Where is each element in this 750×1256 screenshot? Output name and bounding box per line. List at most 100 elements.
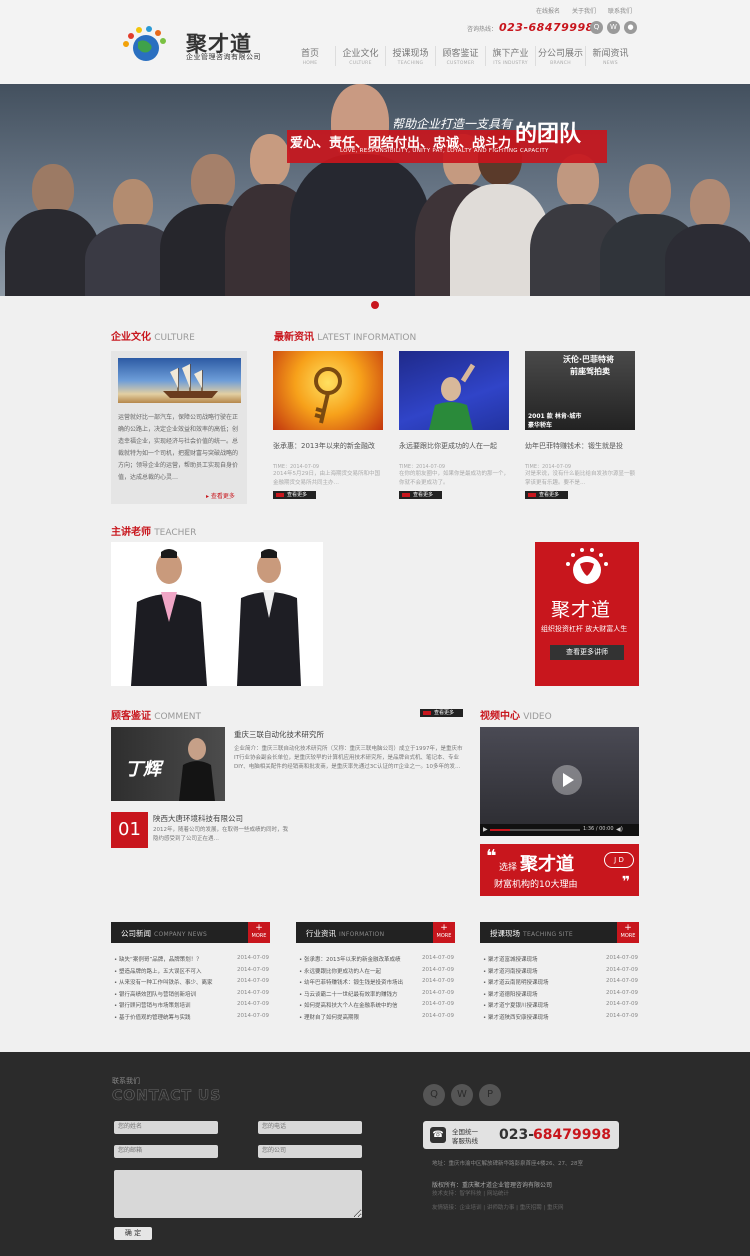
comment-image[interactable]: 丁辉 [111, 727, 225, 801]
news-item-title[interactable]: 幼年巴菲特赚钱术：锻生就是投 [525, 441, 637, 451]
list-item-title[interactable]: • 幼年巴菲特赚钱术：锻生钱是投资市场出 [299, 978, 419, 986]
video-ad-pick: 选择 [499, 863, 518, 873]
list-item-title[interactable]: • 银行顾问营销与市场策划培训 [114, 1001, 234, 1009]
list-item-title[interactable]: • 塑造品牌的路上，五大误区不可入 [114, 967, 234, 975]
footer-friend-links[interactable]: 友情链接：企业培训 | 讲师助力事 | 重庆招聘 | 重庆网 [432, 1203, 564, 1211]
list-item-date: 2014-07-09 [606, 1012, 638, 1019]
message-textarea[interactable] [114, 1170, 362, 1218]
industry-news-more-button[interactable]: MORE [433, 922, 455, 943]
culture-more-link[interactable]: ▸ 查看更多 [206, 491, 235, 500]
company-input[interactable] [258, 1145, 362, 1158]
banner-slogan-big: 的团队 [515, 122, 582, 147]
list-item-date: 2014-07-09 [422, 989, 454, 996]
teacher-photo[interactable] [111, 542, 323, 686]
contact-title-cn: 联系我们 [112, 1077, 140, 1085]
hero-banner[interactable] [0, 84, 750, 296]
company-news-header: 公司新闻COMPANY NEWS MORE [111, 922, 270, 943]
news-item-desc: 2014年5月29日，由上海期货交易所和中国金融期货交易所共同主办… [273, 471, 380, 486]
list-item-title[interactable]: • 银行高绩效团队与营销创新培训 [114, 990, 234, 998]
hotline-label: 咨询热线： [467, 26, 498, 33]
company-news-more-button[interactable]: MORE [248, 922, 270, 943]
weibo-icon[interactable]: W [451, 1084, 473, 1106]
hotline-area-code: 023- [499, 1127, 535, 1143]
list-item-title[interactable]: • 如何提高和扶大个人在金融系统中的信 [299, 1001, 419, 1009]
list-item-title[interactable]: • 缺失“案例哥”品牌，品牌策划！？ [114, 955, 234, 963]
list-item-title[interactable]: • 基于价值观的管理统筹与实践 [114, 1013, 234, 1021]
top-link-about[interactable]: 关于我们 [572, 6, 596, 15]
nav-industry[interactable]: 旗下产业 ITS INDUSTRY [485, 46, 535, 66]
banner-slogan-en: LOVE, RESPONSIBILITY, UNITY PAY, LOYALTY… [340, 148, 549, 154]
nav-news[interactable]: 新闻资讯 NEWS [585, 46, 635, 66]
news-more-button[interactable]: 查看更多 [399, 491, 442, 499]
qq-icon[interactable]: Q [423, 1084, 445, 1106]
nav-home[interactable]: 首页 HOME [285, 46, 335, 66]
list-item-title[interactable]: • 从来没有一种工作叫铁杀、事少、离家 [114, 978, 234, 986]
list-item-date: 2014-07-09 [422, 966, 454, 973]
comment-company-1[interactable]: 重庆三联自动化技术研究所 [234, 729, 324, 740]
top-social: Q W ● [590, 21, 637, 34]
comment-more-button[interactable]: 查看更多 [420, 709, 463, 717]
video-play-small-icon[interactable]: ▶ [483, 826, 488, 833]
video-ad-logo: J D [604, 852, 634, 868]
list-item-title[interactable]: • 理财自了如何提高期限 [299, 1013, 419, 1021]
list-item-date: 2014-07-09 [422, 1001, 454, 1007]
news-image-3-caption-3: 2001 款 林肯-城市 [528, 413, 582, 420]
email-input[interactable] [114, 1145, 218, 1158]
news-image-3-caption-4: 豪华轿车 [528, 422, 553, 429]
hotline-number: 023-68479998 [499, 21, 594, 34]
news-item-desc: 对是来说，没有什么能比给自发孩尔源显一额掌该更有乐趣。要不是… [525, 471, 636, 486]
phone-input[interactable] [258, 1121, 362, 1134]
nav-teaching[interactable]: 授课现场 TEACHING [385, 46, 435, 66]
news-more-button[interactable]: 查看更多 [525, 491, 568, 499]
nav-branch[interactable]: 分公司展示 BRANCH [535, 46, 585, 66]
list-item-title[interactable]: • 马云谈霸二十一世纪最有效率的赚钱方 [299, 990, 419, 998]
teaching-site-header: 授课现场TEACHING SITE MORE [480, 922, 639, 943]
comment-company-2[interactable]: 陕西大唐环境科技有限公司 [153, 813, 243, 824]
play-icon[interactable] [552, 765, 582, 795]
top-link-signup[interactable]: 在线报名 [536, 6, 560, 15]
name-input[interactable] [114, 1121, 218, 1134]
news-more-button[interactable]: 查看更多 [273, 491, 316, 499]
list-item-date: 2014-07-09 [606, 1001, 638, 1007]
list-item-title[interactable]: • 聚才道富城授课现场 [483, 955, 603, 963]
news-title: 最新资讯 LATEST INFORMATION [274, 332, 417, 343]
qq-icon[interactable]: Q [590, 21, 603, 34]
weibo-icon[interactable]: W [607, 21, 620, 34]
hotline-label-2: 客服热线 [452, 1137, 478, 1145]
list-item-title[interactable]: • 聚才道宁夏银川授课现场 [483, 1001, 603, 1009]
footer-address: 地址：重庆市渝中区解放碑新华路彭泉首座4楼26、27、28室 [432, 1161, 583, 1167]
list-item-date: 2014-07-09 [422, 978, 454, 984]
view-more-teachers-button[interactable]: 查看更多讲师 [550, 645, 624, 660]
footer-social: Q W P [423, 1084, 501, 1106]
footer-tech-support[interactable]: 技术支持：智学科技 | 网站统计 [432, 1189, 509, 1197]
logo-globe-icon[interactable] [118, 24, 168, 64]
teaching-site-more-button[interactable]: MORE [617, 922, 639, 943]
culture-image[interactable] [118, 358, 241, 403]
news-item-title[interactable]: 张承惠：2013年以来的新金融改 [273, 441, 385, 451]
banner-indicator-dot[interactable] [371, 301, 379, 309]
list-item-title[interactable]: • 聚才道云南昆明授课现场 [483, 978, 603, 986]
nav-customer[interactable]: 顾客鉴证 CUSTOMER [435, 46, 485, 66]
list-item-title[interactable]: • 聚才道德阳授课现场 [483, 990, 603, 998]
list-item-title[interactable]: • 永远要跟比你更成功的人在一起 [299, 967, 419, 975]
hotline-number: 68479998 [533, 1127, 611, 1143]
list-item-title[interactable]: • 聚才道陕西安康授课现场 [483, 1013, 603, 1021]
volume-icon[interactable]: ◀) [616, 826, 623, 833]
video-ad-name: 聚才道 [520, 854, 574, 875]
comment-badge: 01 [111, 812, 148, 848]
news-image-1[interactable] [273, 351, 383, 430]
list-item-date: 2014-07-09 [237, 955, 269, 961]
news-item-title[interactable]: 永远要跟比你更成功的人在一起 [399, 441, 511, 451]
news-image-2[interactable] [399, 351, 509, 430]
footer-copyright: 版权所有：重庆聚才道企业管理咨询有限公司 [432, 1182, 553, 1189]
pinterest-icon[interactable]: P [479, 1084, 501, 1106]
list-item-title[interactable]: • 张承惠：2013年以来的新金融改革成绩 [299, 955, 419, 963]
submit-button[interactable]: 确 定 [114, 1227, 152, 1240]
list-item-date: 2014-07-09 [237, 1012, 269, 1019]
top-link-contact[interactable]: 联系我们 [608, 6, 632, 15]
user-icon[interactable]: ● [624, 21, 637, 34]
news-image-3-caption-1: 沃伦·巴菲特将 [563, 355, 615, 364]
list-item-title[interactable]: • 聚才道河南授课现场 [483, 967, 603, 975]
quote-close-icon: ❞ [622, 874, 631, 890]
nav-culture[interactable]: 企业文化 CULTURE [335, 46, 385, 66]
